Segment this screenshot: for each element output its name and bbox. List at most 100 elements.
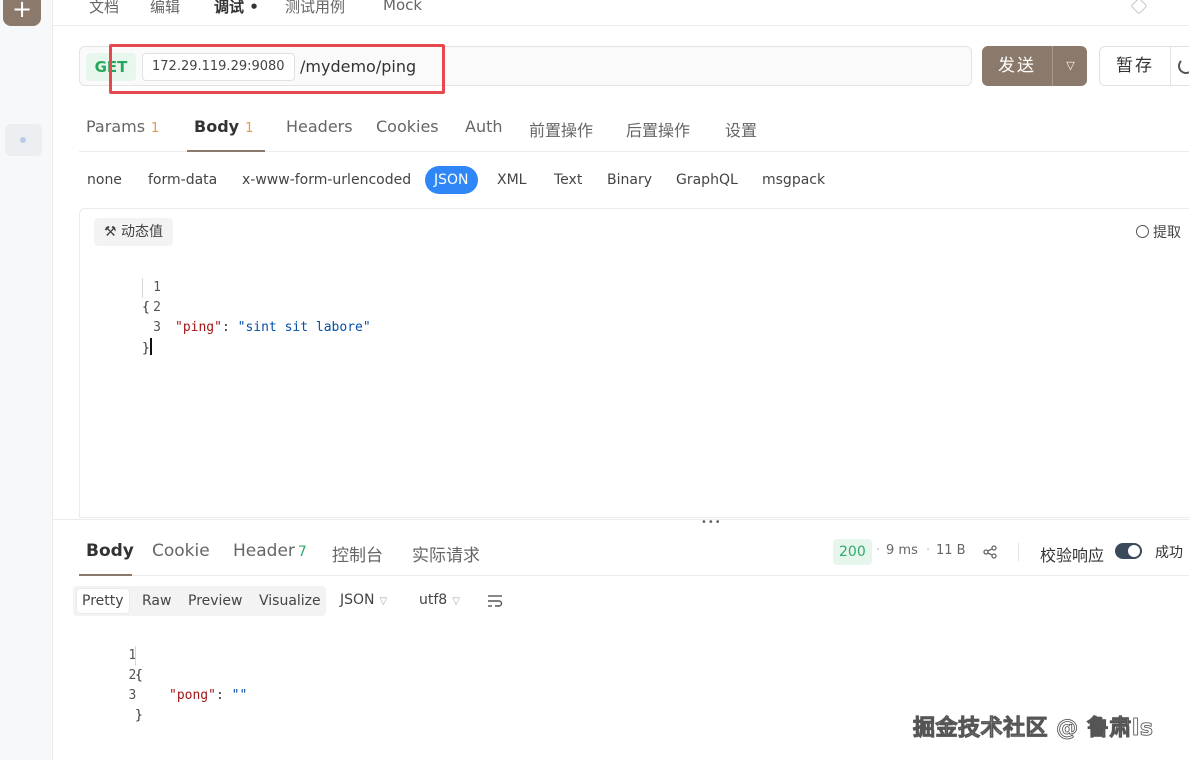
resp-tab-body[interactable]: Body bbox=[86, 541, 134, 561]
send-divider bbox=[1052, 46, 1053, 86]
json-value: "" bbox=[231, 688, 248, 703]
format-select[interactable]: JSON ▽ bbox=[340, 592, 387, 608]
chevron-down-icon: ▽ bbox=[379, 596, 388, 607]
response-code[interactable]: 1 { 2 "pong": "" 3 } bbox=[71, 626, 371, 723]
left-rail: + bbox=[0, 0, 53, 760]
tab-headers[interactable]: Headers bbox=[286, 117, 353, 136]
body-type-xml[interactable]: XML bbox=[497, 166, 526, 194]
refresh-icon[interactable] bbox=[1178, 58, 1189, 74]
validate-label: 校验响应 bbox=[1040, 546, 1105, 565]
code-line: 1 { bbox=[80, 258, 480, 315]
resp-tab-actual-request[interactable]: 实际请求 bbox=[412, 541, 480, 566]
code-text: } bbox=[142, 341, 150, 356]
resp-tab-underline bbox=[79, 574, 132, 576]
save-button[interactable]: 暂存 bbox=[1099, 46, 1189, 86]
watermark: 掘金技术社区 @ 鲁肃ls bbox=[913, 716, 1154, 742]
tab-auth[interactable]: Auth bbox=[465, 117, 503, 136]
plus-icon[interactable]: + bbox=[3, 0, 41, 26]
view-raw[interactable]: Raw bbox=[142, 589, 171, 613]
rail-item[interactable] bbox=[5, 124, 42, 156]
request-body-editor[interactable]: ⚒ 动态值 提取 1 { 2 "ping": "sint sit labore"… bbox=[79, 208, 1189, 518]
indent-guide bbox=[142, 278, 143, 298]
dynamic-value-button[interactable]: ⚒ 动态值 bbox=[94, 218, 174, 246]
encoding-select[interactable]: utf8 ▽ bbox=[419, 592, 460, 608]
body-type-binary[interactable]: Binary bbox=[607, 166, 652, 194]
validate-result: 成功 bbox=[1155, 545, 1183, 561]
request-code[interactable]: 1 { 2 "ping": "sint sit labore" 3 } bbox=[80, 258, 480, 356]
view-visualize[interactable]: Visualize bbox=[259, 589, 321, 613]
tab-params-label: Params bbox=[86, 117, 146, 136]
body-type-form-data[interactable]: form-data bbox=[148, 166, 217, 194]
dynamic-value-label: 动态值 bbox=[121, 224, 164, 240]
extract-button[interactable]: 提取 bbox=[1136, 222, 1181, 242]
pane-splitter[interactable]: ••• bbox=[53, 518, 1189, 528]
tab-underline bbox=[187, 150, 265, 152]
save-label[interactable]: 暂存 bbox=[1100, 47, 1170, 85]
share-icon[interactable] bbox=[983, 545, 997, 559]
code-text: } bbox=[135, 708, 143, 723]
tab-post-ops[interactable]: 后置操作 bbox=[626, 117, 690, 141]
line-number: 3 bbox=[153, 320, 161, 335]
resp-tab-console[interactable]: 控制台 bbox=[332, 541, 383, 566]
view-pretty[interactable]: Pretty bbox=[77, 589, 129, 613]
wrap-lines-icon[interactable] bbox=[487, 594, 503, 608]
body-type-graphql[interactable]: GraphQL bbox=[676, 166, 738, 194]
resp-tab-header-label: Header bbox=[233, 541, 295, 561]
meta-separator: · bbox=[876, 543, 881, 558]
meta-separator: · bbox=[926, 543, 931, 558]
tab-pre-ops[interactable]: 前置操作 bbox=[529, 117, 593, 141]
tab-body-label: Body bbox=[194, 117, 240, 136]
tab-cookies[interactable]: Cookies bbox=[376, 117, 439, 136]
view-preview[interactable]: Preview bbox=[188, 589, 243, 613]
code-line: 1 { bbox=[71, 626, 371, 683]
body-type-msgpack[interactable]: msgpack bbox=[762, 166, 825, 194]
tab-body[interactable]: Body 1 bbox=[194, 117, 253, 136]
header-count: 7 bbox=[297, 544, 307, 560]
divider bbox=[1018, 543, 1019, 561]
json-key: "ping" bbox=[175, 320, 222, 335]
text-cursor bbox=[149, 338, 152, 355]
code-line: 2 "pong": "" bbox=[71, 646, 371, 703]
circle-up-icon bbox=[1136, 225, 1149, 238]
code-line: 2 "ping": "sint sit labore" bbox=[80, 278, 480, 335]
response-view-modes: Pretty Raw Preview Visualize bbox=[73, 586, 326, 616]
body-type-none[interactable]: none bbox=[87, 166, 122, 194]
body-type-urlencoded[interactable]: x-www-form-urlencoded bbox=[242, 166, 411, 194]
body-type-json[interactable]: JSON bbox=[425, 166, 478, 194]
code-line: 3 } bbox=[71, 666, 371, 723]
resp-tab-header[interactable]: Header 7 bbox=[233, 541, 307, 561]
tab-edit[interactable]: 编辑 bbox=[150, 0, 180, 17]
status-badge: 200 bbox=[833, 539, 872, 565]
format-value: JSON bbox=[340, 592, 375, 608]
tab-docs[interactable]: 文档 bbox=[89, 0, 119, 17]
json-key: "pong" bbox=[169, 688, 216, 703]
drag-handle-icon[interactable]: ••• bbox=[701, 518, 722, 528]
tab-settings[interactable]: 设置 bbox=[725, 117, 757, 141]
indent-guide bbox=[135, 646, 136, 666]
code-line: 3 } bbox=[80, 298, 480, 356]
tab-test-cases[interactable]: 测试用例 bbox=[285, 0, 345, 17]
chevron-down-icon[interactable]: ▽ bbox=[1054, 46, 1087, 86]
wand-icon: ⚒ bbox=[104, 224, 122, 240]
resp-tab-cookie[interactable]: Cookie bbox=[152, 541, 210, 561]
tab-debug[interactable]: 调试 • bbox=[214, 0, 259, 17]
pin-icon[interactable] bbox=[1130, 0, 1148, 15]
json-value: "sint sit labore" bbox=[237, 320, 371, 335]
chevron-down-icon: ▽ bbox=[452, 596, 460, 607]
response-size: 11 B bbox=[936, 543, 966, 558]
extract-label: 提取 bbox=[1153, 225, 1181, 241]
annotation-highlight bbox=[109, 44, 445, 94]
body-type-text[interactable]: Text bbox=[554, 166, 582, 194]
save-divider bbox=[1170, 47, 1171, 85]
request-tabs: Params 1 Body 1 Headers Cookies Auth 前置操作 … bbox=[79, 103, 1189, 152]
json-colon: : bbox=[215, 688, 232, 703]
validate-toggle[interactable] bbox=[1115, 543, 1142, 559]
params-count: 1 bbox=[151, 121, 160, 136]
send-button[interactable]: 发送 ▽ bbox=[982, 46, 1087, 86]
tab-params[interactable]: Params 1 bbox=[86, 117, 159, 136]
tab-mock[interactable]: Mock bbox=[383, 0, 422, 14]
line-number: 3 bbox=[128, 688, 137, 703]
json-colon: : bbox=[221, 320, 238, 335]
send-label[interactable]: 发送 bbox=[982, 46, 1052, 86]
top-tabs: 文档 编辑 调试 • 测试用例 Mock bbox=[53, 0, 1189, 26]
